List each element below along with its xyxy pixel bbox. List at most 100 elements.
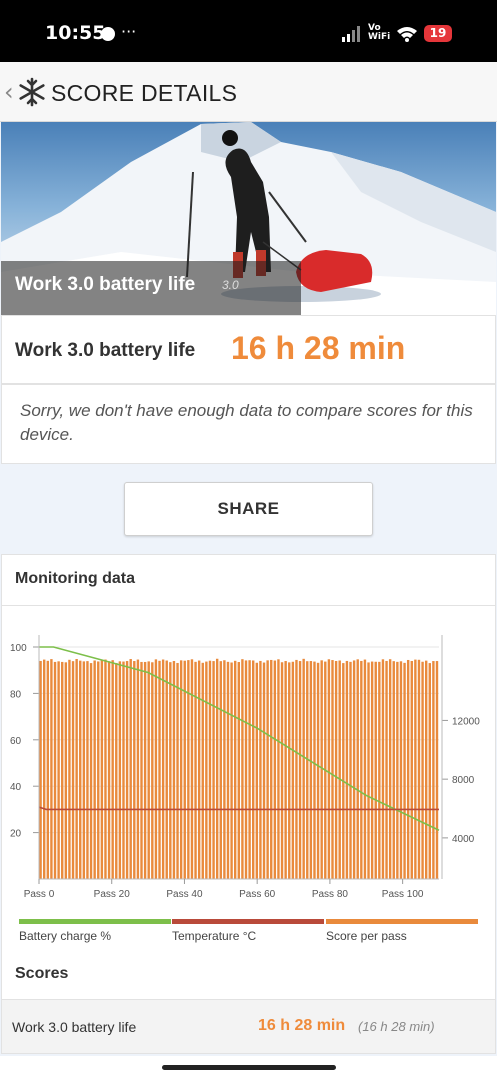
back-chevron-icon[interactable]: ‹ [4, 78, 14, 106]
score-bar [284, 661, 287, 879]
score-bar [424, 660, 428, 879]
score-bar [288, 662, 291, 879]
score-card: Work 3.0 battery life 16 h 28 min [1, 315, 496, 384]
status-time: 10:55 [45, 22, 106, 44]
score-bar [237, 662, 241, 879]
share-button[interactable]: SHARE [124, 482, 373, 536]
score-bar [219, 661, 222, 879]
score-bar [226, 661, 230, 879]
score-bar [313, 661, 316, 879]
score-bar [169, 662, 172, 879]
score-bar [165, 660, 168, 879]
score-bar [255, 662, 259, 879]
score-bar [244, 660, 248, 879]
score-bar [414, 659, 417, 879]
x-axis-tick-label: Pass 60 [239, 889, 276, 900]
left-axis-tick-label: 40 [10, 782, 22, 793]
score-bar [374, 661, 377, 879]
score-bar [194, 661, 197, 879]
score-bar [406, 659, 410, 879]
legend-battery-swatch [19, 919, 171, 924]
score-bar [82, 661, 86, 879]
legend-temperature-swatch [172, 919, 324, 924]
score-bar [334, 661, 338, 879]
score-bar [223, 660, 226, 879]
left-axis-tick-label: 20 [10, 829, 22, 840]
home-gesture-handle[interactable] [162, 1065, 336, 1070]
score-bar [385, 660, 388, 879]
score-bar [266, 660, 269, 879]
right-axis-tick-label: 12000 [452, 716, 480, 727]
score-bar [133, 661, 136, 879]
legend-battery-label: Battery charge % [19, 929, 112, 943]
score-bar [154, 659, 158, 879]
score-bar [140, 661, 143, 879]
score-bar [57, 661, 60, 879]
score-bar [43, 659, 46, 879]
left-axis-tick-label: 100 [10, 643, 27, 654]
score-bar [172, 660, 176, 879]
x-axis-tick-label: Pass 40 [166, 889, 203, 900]
score-bar [107, 661, 111, 879]
more-notifications-icon: ··· [121, 22, 137, 41]
score-bar [273, 660, 277, 879]
vowifi-icon: Vo WiFi [368, 23, 391, 42]
legend-score-label: Score per pass [326, 929, 407, 943]
score-bar [378, 661, 381, 879]
score-bar [399, 661, 403, 879]
monitoring-card: Monitoring data 100 80 60 40 20 12000 8000 4000… [1, 554, 496, 1054]
score-bar [197, 660, 201, 879]
battery-indicator: 19 [424, 25, 452, 42]
x-axis-tick-label: Pass 20 [94, 889, 131, 900]
scores-row-value: 16 h 28 min [258, 1017, 346, 1034]
score-bar [151, 662, 154, 879]
divider [2, 605, 495, 606]
page-title: SCORE DETAILS [51, 80, 238, 106]
score-bar [338, 660, 341, 879]
score-bar [215, 658, 219, 879]
score-bar [64, 662, 68, 879]
score-bar [432, 661, 435, 879]
hero-image: Work 3.0 battery life 3.0 [1, 122, 496, 315]
score-bar [61, 661, 64, 879]
score-bar [331, 660, 334, 879]
scores-row-subvalue: (16 h 28 min) [358, 1019, 435, 1034]
score-bar [39, 660, 42, 879]
score-bar [248, 660, 251, 879]
legend-score-swatch [326, 919, 478, 924]
score-bar [417, 659, 421, 879]
score-bar [115, 662, 118, 879]
score-bar [280, 662, 284, 879]
score-bar [147, 661, 150, 879]
score-bar [75, 659, 78, 879]
score-bar [143, 661, 147, 879]
score-bar [71, 661, 75, 879]
score-bar [176, 662, 179, 879]
score-bar [212, 661, 215, 879]
snowflake-logo-icon[interactable] [17, 77, 47, 107]
monitoring-chart: 100 80 60 40 20 12000 8000 4000 Pass 0 Pass 20 Pas… [10, 635, 480, 900]
score-bar [403, 662, 406, 879]
score-bar [291, 661, 295, 879]
score-bar [352, 660, 356, 879]
navigation-bar [0, 1056, 497, 1080]
score-bar [233, 660, 237, 879]
messenger-icon [101, 27, 115, 41]
score-bar [306, 661, 309, 879]
score-bar [259, 660, 262, 879]
x-axis-tick-label: Pass 80 [312, 889, 349, 900]
score-bar [89, 663, 93, 879]
compare-card: Sorry, we don't have enough data to comp… [1, 384, 496, 464]
score-bar [345, 660, 349, 879]
x-axis-tick-label: Pass 0 [24, 889, 55, 900]
score-bar [356, 659, 359, 879]
score-bar [79, 660, 82, 879]
score-bar [298, 661, 302, 879]
score-bar [53, 661, 57, 879]
score-bar [183, 660, 186, 879]
score-bar [262, 662, 266, 879]
score-bar [104, 659, 107, 879]
score-bar [86, 661, 89, 879]
score-bar [97, 661, 100, 879]
score-bar [129, 659, 132, 879]
